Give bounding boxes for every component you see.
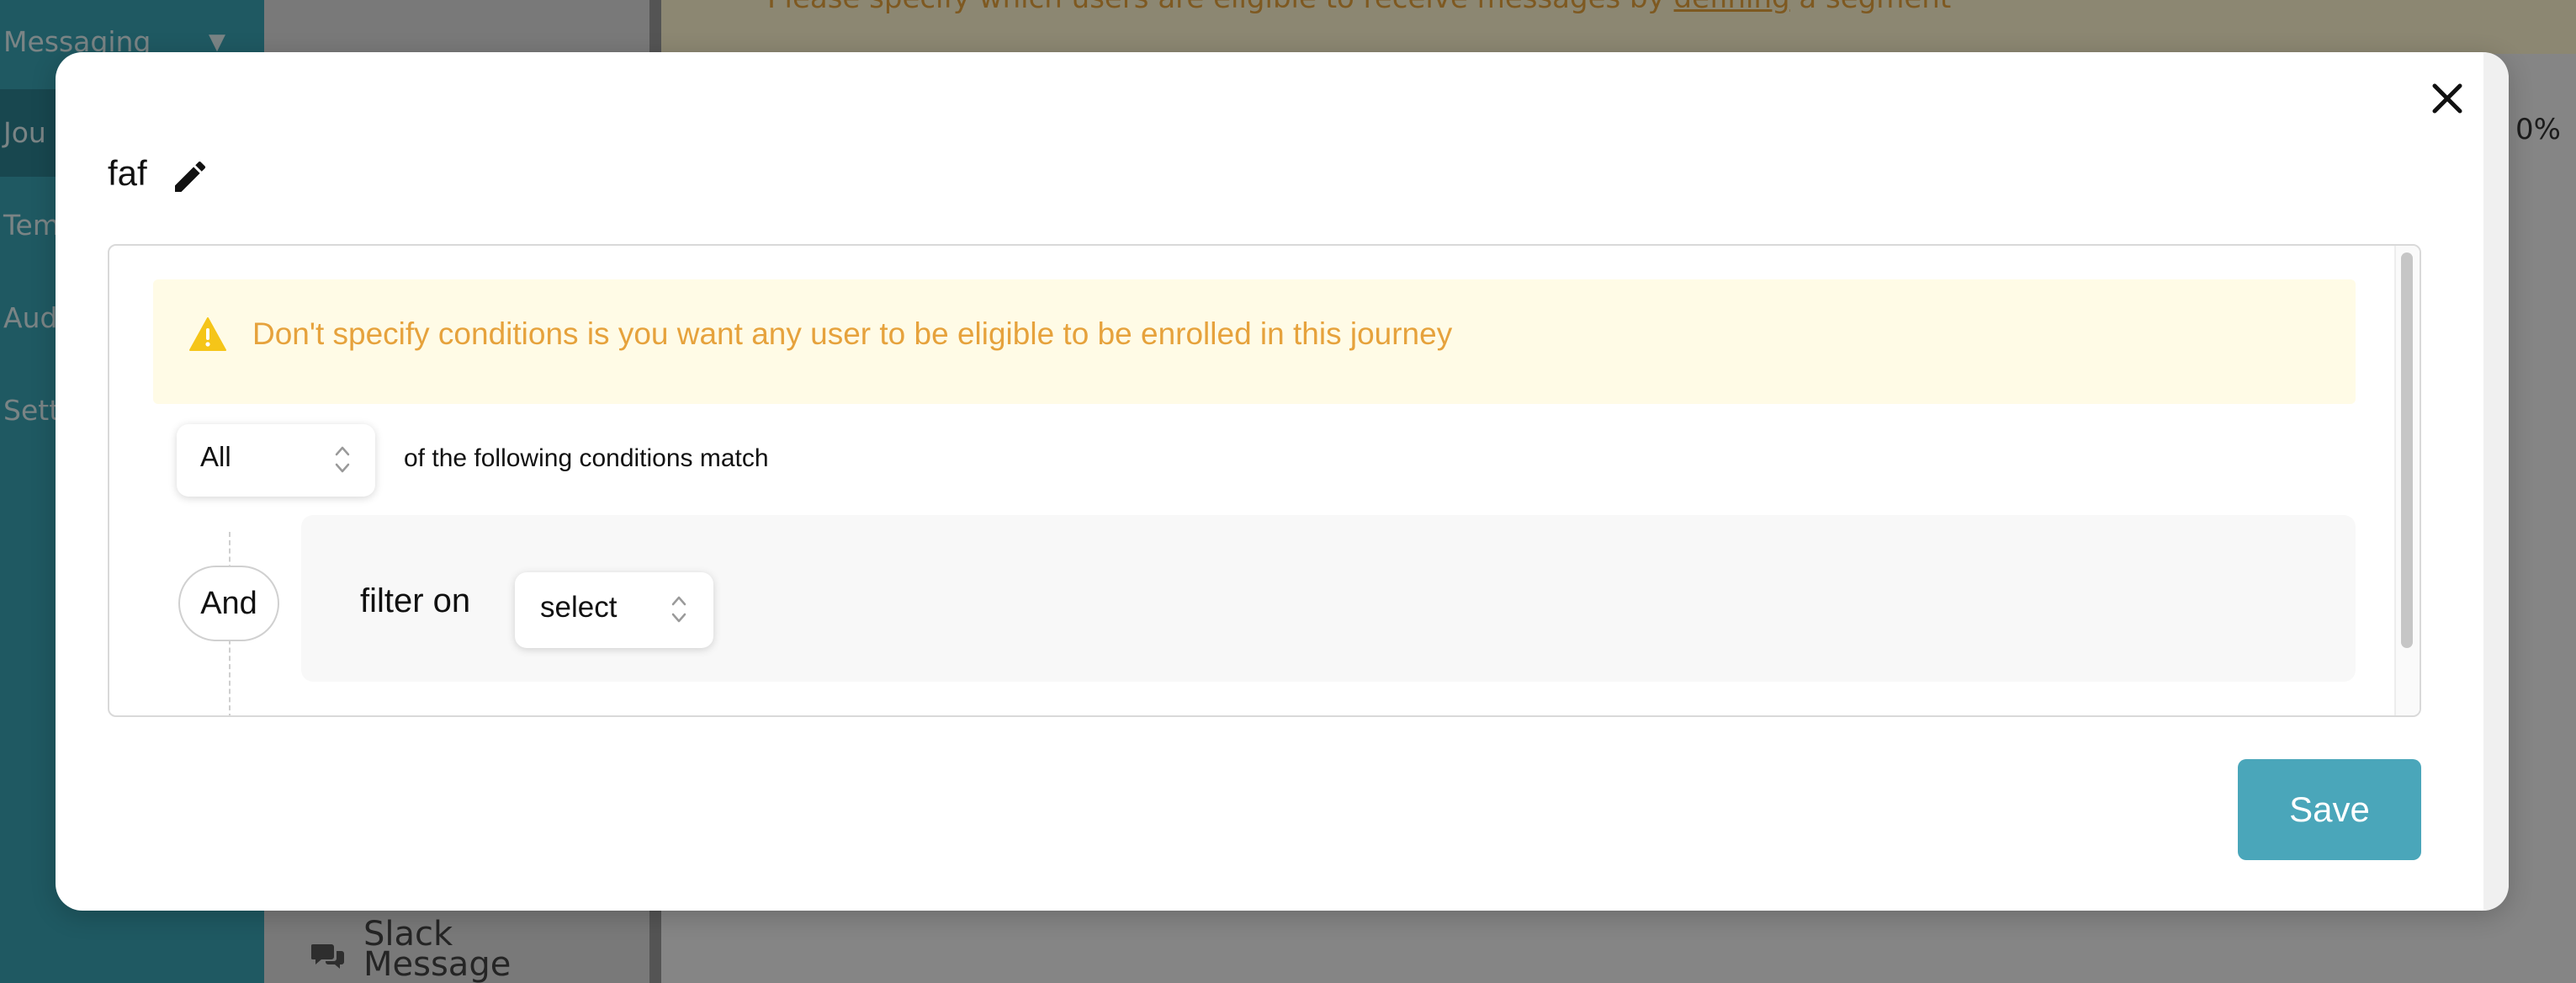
- filter-type-select[interactable]: select: [515, 572, 713, 648]
- close-icon[interactable]: [2425, 76, 2470, 121]
- filter-on-label: filter on: [360, 582, 471, 619]
- pencil-icon[interactable]: [170, 157, 210, 197]
- warning-text: Don't specify conditions is you want any…: [252, 316, 1453, 351]
- filter-condition-row: filter on select: [301, 515, 2356, 682]
- warning-triangle-icon: [189, 317, 226, 351]
- save-button[interactable]: Save: [2238, 759, 2421, 860]
- conditions-scroll-thumb[interactable]: [2401, 252, 2413, 648]
- filter-type-value: select: [540, 591, 617, 624]
- and-operator-badge: And: [178, 566, 279, 641]
- chevron-up-down-icon: [671, 596, 686, 623]
- modal-scrollbar[interactable]: [2483, 52, 2509, 911]
- conditions-container: Don't specify conditions is you want any…: [108, 244, 2421, 717]
- match-type-value: All: [200, 441, 231, 472]
- chevron-up-down-icon: [335, 446, 350, 473]
- conditions-scrollbar[interactable]: [2394, 246, 2420, 715]
- match-suffix-text: of the following conditions match: [404, 444, 769, 472]
- match-type-select[interactable]: All: [177, 424, 375, 497]
- warning-alert: Don't specify conditions is you want any…: [153, 279, 2356, 404]
- modal-title: faf: [108, 153, 147, 193]
